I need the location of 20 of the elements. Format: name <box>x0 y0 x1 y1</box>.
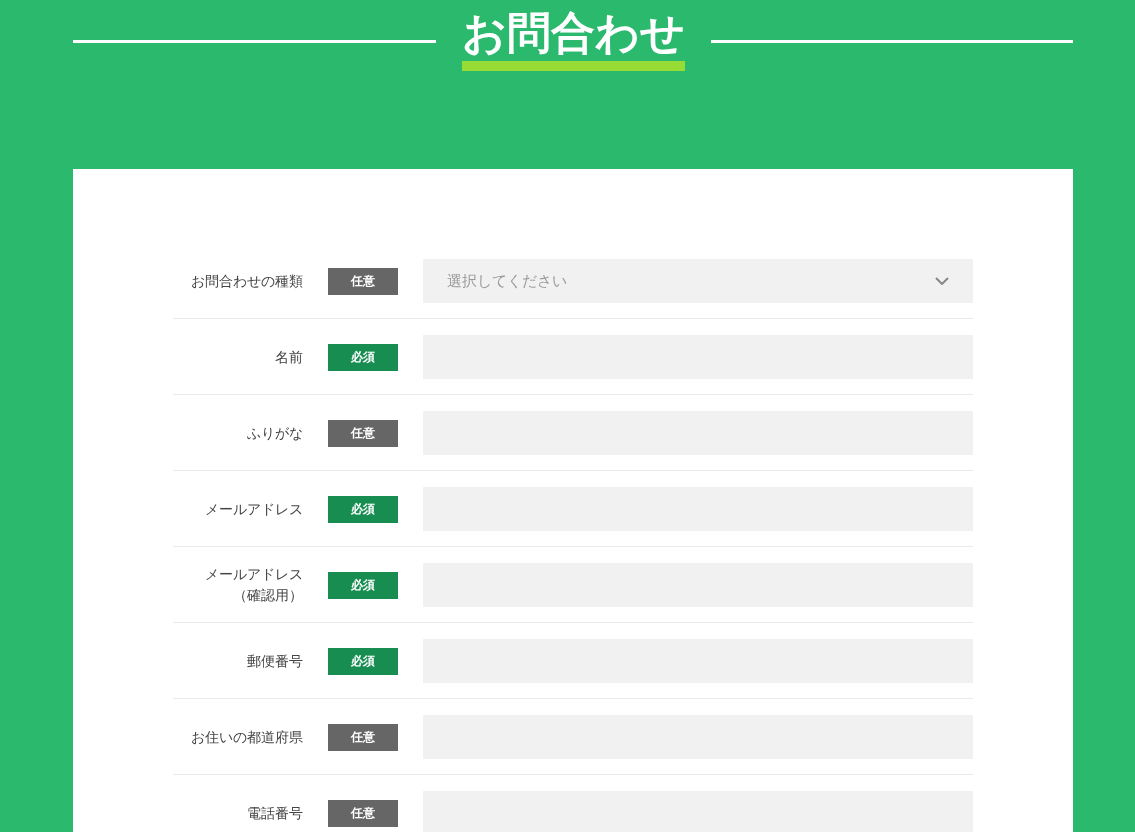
field-label: メールアドレス <box>205 565 303 584</box>
page-title: お問合わせ <box>461 3 685 71</box>
optional-badge: 任意 <box>328 723 398 751</box>
field-label: 名前 <box>275 347 303 367</box>
field-label: メールアドレス <box>205 499 303 519</box>
optional-badge: 任意 <box>328 799 398 827</box>
field-label: 電話番号 <box>247 803 303 823</box>
required-badge: 必須 <box>328 343 398 371</box>
field-label: お問合わせの種類 <box>191 271 303 291</box>
field-label: 郵便番号 <box>247 651 303 671</box>
chevron-down-icon <box>935 277 949 285</box>
required-badge: 必須 <box>328 495 398 523</box>
required-badge: 必須 <box>328 571 398 599</box>
select-field[interactable]: 選択してください <box>423 259 973 303</box>
field-label-note: （確認用） <box>233 586 303 605</box>
field-label: ふりがな <box>247 423 303 443</box>
required-badge: 必須 <box>328 647 398 675</box>
optional-badge: 任意 <box>328 419 398 447</box>
field-label: お住いの都道府県 <box>191 727 303 747</box>
optional-badge: 任意 <box>328 267 398 295</box>
